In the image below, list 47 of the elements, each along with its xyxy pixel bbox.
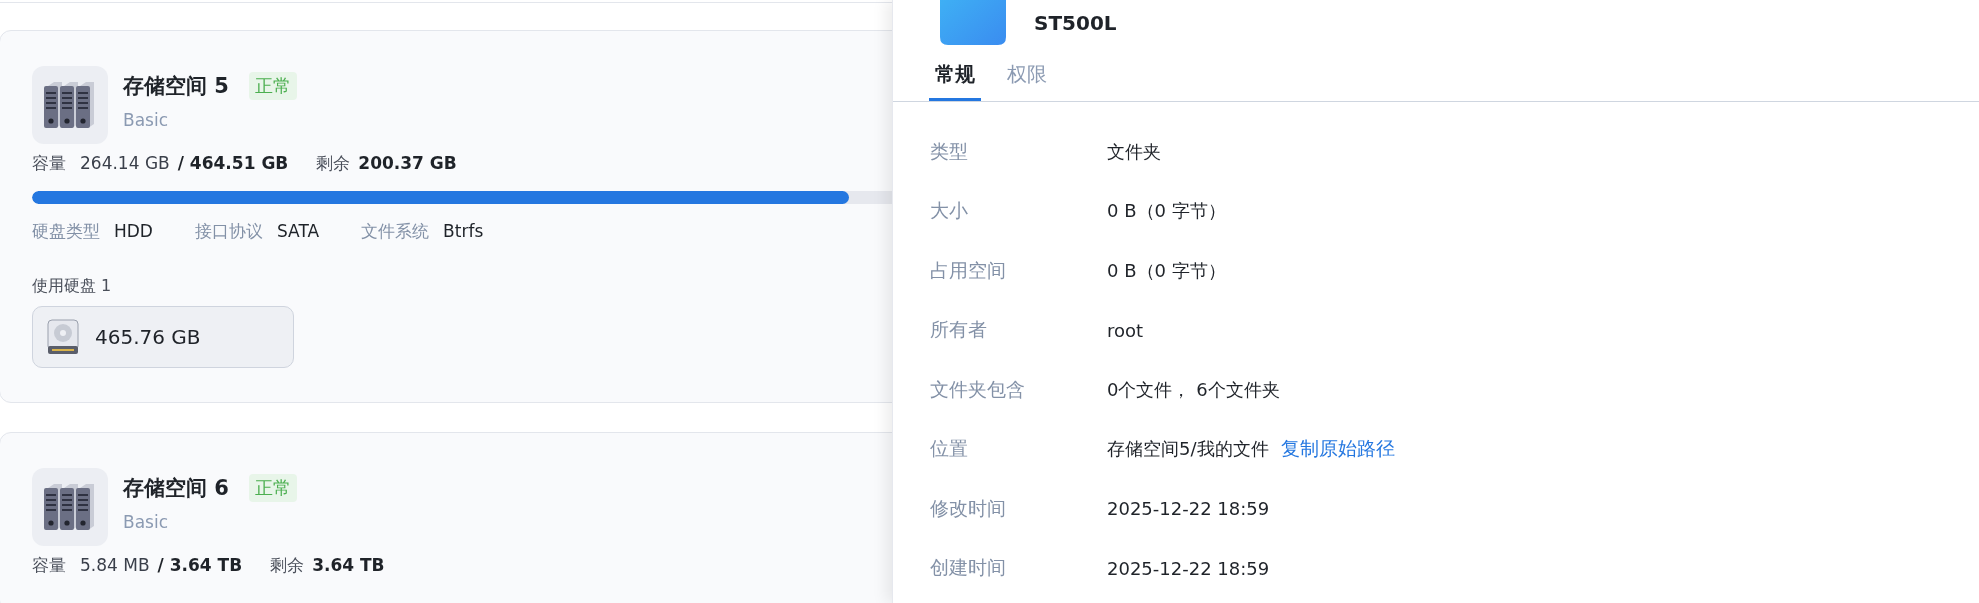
spec-label: 接口协议 — [194, 220, 263, 243]
property-value: 0 B（0 字节） — [1107, 199, 1226, 224]
property-label: 文件夹包含 — [930, 376, 1026, 402]
raid-type: Basic — [123, 110, 169, 130]
spec-label: 文件系统 — [361, 220, 430, 243]
capacity-label: 容量 — [32, 152, 66, 175]
total-capacity: / 3.64 TB — [157, 555, 243, 575]
status-badge: 正常 — [248, 72, 297, 100]
property-label: 位置 — [930, 436, 969, 462]
pool-name: 存储空间 6 — [123, 475, 229, 502]
used-capacity: 264.14 GB — [80, 153, 170, 173]
property-value: 存储空间5/我的文件 — [1107, 437, 1269, 462]
disks-label: 使用硬盘 1 — [32, 276, 113, 297]
disk-chip[interactable]: 465.76 GB — [32, 306, 294, 368]
folder-icon — [940, 0, 1006, 45]
spec-value: Btrfs — [443, 221, 484, 241]
total-capacity: / 464.51 GB — [177, 153, 289, 173]
property-value: 0 B（0 字节） — [1107, 258, 1226, 283]
property-label: 修改时间 — [930, 495, 1007, 521]
free-capacity: 3.64 TB — [312, 555, 385, 575]
property-value: 2025-12-22 18:59 — [1107, 498, 1270, 520]
hard-disk-icon — [47, 319, 79, 355]
property-value: root — [1107, 319, 1144, 341]
property-value: 文件夹 — [1107, 139, 1161, 164]
property-value: 2025-12-22 18:59 — [1107, 557, 1270, 579]
property-value: 0个文件， 6个文件夹 — [1107, 377, 1280, 402]
status-badge: 正常 — [248, 474, 297, 502]
folder-name: ST500L — [1034, 10, 1117, 35]
used-capacity: 5.84 MB — [80, 555, 150, 575]
free-label: 剩余 — [270, 554, 305, 577]
property-label: 类型 — [930, 138, 969, 164]
free-label: 剩余 — [316, 152, 351, 175]
server-icon — [32, 66, 108, 144]
spec-value: SATA — [276, 221, 320, 241]
server-icon — [32, 468, 108, 546]
property-label: 大小 — [930, 198, 969, 224]
spec-value: HDD — [114, 221, 153, 241]
property-label: 所有者 — [930, 317, 988, 343]
property-label: 创建时间 — [930, 555, 1007, 581]
pool-name: 存储空间 5 — [123, 73, 229, 100]
raid-type: Basic — [123, 512, 169, 532]
capacity-label: 容量 — [32, 554, 66, 577]
free-capacity: 200.37 GB — [358, 153, 457, 173]
property-label: 占用空间 — [930, 257, 1007, 283]
spec-label: 硬盘类型 — [32, 220, 100, 243]
copy-path-link[interactable]: 复制原始路径 — [1280, 436, 1395, 463]
tab[interactable]: 常规 — [929, 57, 981, 101]
